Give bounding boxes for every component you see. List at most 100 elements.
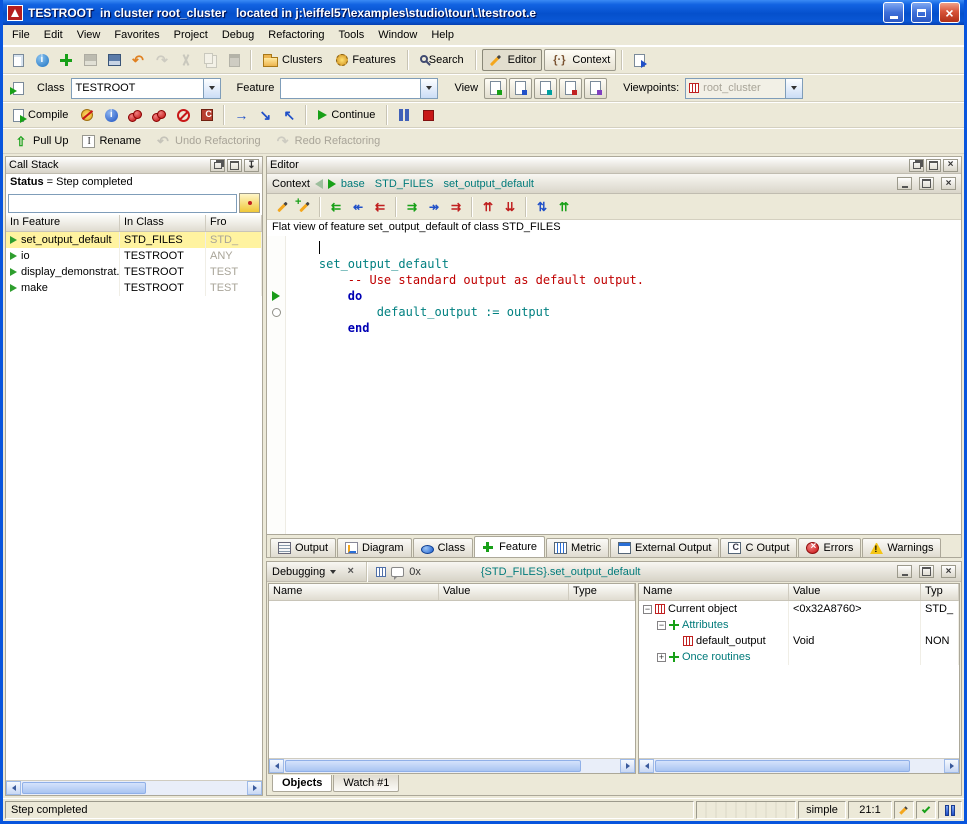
scrollbar-track[interactable] [21, 781, 247, 795]
paste-icon[interactable] [223, 49, 245, 71]
code-margin-cell[interactable] [267, 288, 285, 304]
maximize-panel-button[interactable] [919, 565, 934, 578]
callees-icon[interactable] [402, 197, 422, 217]
scroll-left-button[interactable] [639, 759, 654, 773]
ancestors-icon[interactable] [478, 197, 498, 217]
close-panel-button[interactable] [941, 177, 956, 190]
stop-icon[interactable] [417, 104, 439, 126]
implementers-icon[interactable] [554, 197, 574, 217]
step-into-icon[interactable] [254, 104, 276, 126]
assigners-icon[interactable] [348, 197, 368, 217]
tab-metric[interactable]: Metric [546, 538, 609, 557]
code-line[interactable]: set_output_default [290, 256, 961, 272]
copy-icon[interactable] [199, 49, 221, 71]
objects-column-header[interactable]: Value [789, 584, 921, 600]
code-line[interactable]: do [290, 288, 961, 304]
save-all-icon[interactable] [103, 49, 125, 71]
c-compilation-icon[interactable] [196, 104, 218, 126]
context-crumb[interactable]: STD_FILES [375, 178, 434, 190]
menu-project[interactable]: Project [167, 26, 215, 44]
rename-button[interactable]: Rename [76, 130, 147, 152]
code-margin-cell[interactable] [267, 256, 285, 272]
scroll-left-button[interactable] [269, 759, 284, 773]
menu-window[interactable]: Window [371, 26, 424, 44]
viewpoints-combo-dropdown-button[interactable] [785, 79, 802, 98]
debug-tree-row[interactable]: −Current object<0x32A8760>STD_ [639, 601, 959, 617]
menu-help[interactable]: Help [424, 26, 461, 44]
menu-edit[interactable]: Edit [37, 26, 70, 44]
pull-up-button[interactable]: Pull Up [7, 130, 74, 152]
scrollbar-track[interactable] [284, 759, 620, 773]
debug-tree-row[interactable]: −Attributes [639, 617, 959, 633]
maximize-panel-button[interactable] [227, 159, 242, 172]
debug-tree-row[interactable]: default_outputVoidNON [639, 633, 959, 649]
debug-tree-row[interactable]: +Once routines [639, 649, 959, 665]
homonyms-icon[interactable] [532, 197, 552, 217]
tab-c-output[interactable]: C Output [720, 538, 797, 557]
objects-table-hscrollbar[interactable] [639, 758, 959, 773]
undo-refactoring-button[interactable]: Undo Refactoring [149, 130, 267, 152]
tab-output[interactable]: Output [270, 538, 336, 557]
expander-plus-icon[interactable]: + [657, 653, 666, 662]
scrollbar-track[interactable] [654, 759, 944, 773]
code-line[interactable]: -- Use standard output as default output… [290, 272, 961, 288]
code-line[interactable]: default_output := output [290, 304, 961, 320]
pause-icon[interactable] [393, 104, 415, 126]
tab-errors[interactable]: Errors [798, 538, 861, 557]
clickable-view-button[interactable] [509, 78, 532, 99]
new-item-icon[interactable] [55, 49, 77, 71]
close-panel-button[interactable] [943, 159, 958, 172]
menu-debug[interactable]: Debug [215, 26, 261, 44]
cut-icon[interactable] [175, 49, 197, 71]
step-over-icon[interactable] [230, 104, 252, 126]
menu-refactoring[interactable]: Refactoring [261, 26, 331, 44]
call-stack-filter-input[interactable] [8, 194, 237, 213]
viewpoints-combo[interactable]: root_cluster [685, 78, 803, 99]
watch-column-header[interactable]: Name [269, 584, 439, 600]
code-text[interactable]: set_output_default -- Use standard outpu… [286, 236, 961, 534]
code-margin-cell[interactable] [267, 304, 285, 320]
hex-display-icon[interactable] [391, 567, 404, 577]
maximize-button[interactable] [911, 2, 932, 23]
float-panel-button[interactable] [210, 159, 225, 172]
creators-icon[interactable] [370, 197, 390, 217]
descendants-icon[interactable] [500, 197, 520, 217]
tab-external-output[interactable]: External Output [610, 538, 719, 557]
cancel-compile-icon[interactable] [172, 104, 194, 126]
scrollbar-thumb[interactable] [655, 760, 910, 772]
search-button[interactable]: Search [414, 49, 470, 71]
tab-warnings[interactable]: Warnings [862, 538, 941, 557]
edit-feature-icon[interactable] [272, 197, 292, 217]
call-stack-row[interactable]: set_output_defaultSTD_FILESSTD_ [6, 232, 262, 248]
callers-icon[interactable] [326, 197, 346, 217]
float-panel-button[interactable] [909, 159, 924, 172]
chevron-down-icon[interactable] [330, 570, 336, 574]
call-stack-row[interactable]: ioTESTROOTANY [6, 248, 262, 264]
menu-tools[interactable]: Tools [332, 26, 372, 44]
melt-icon[interactable] [124, 104, 146, 126]
redo-icon[interactable] [151, 49, 173, 71]
new-window-icon[interactable] [7, 49, 29, 71]
creation-callees-icon[interactable] [446, 197, 466, 217]
undo-icon[interactable] [127, 49, 149, 71]
continue-button[interactable]: Continue [312, 104, 381, 126]
minimize-panel-button[interactable] [897, 177, 912, 190]
new-feature-icon[interactable] [294, 197, 314, 217]
basic-text-view-button[interactable] [484, 78, 507, 99]
history-back-icon[interactable] [315, 179, 323, 189]
external-commands-icon[interactable] [628, 49, 650, 71]
call-stack-column-header[interactable]: In Feature [6, 215, 120, 231]
code-margin-cell[interactable] [267, 240, 285, 256]
menu-file[interactable]: File [5, 26, 37, 44]
close-panel-button[interactable] [941, 565, 956, 578]
features-button[interactable]: Features [330, 49, 401, 71]
feature-combo-dropdown-button[interactable] [420, 79, 437, 98]
call-stack-row[interactable]: makeTESTROOTTEST [6, 280, 262, 296]
tab-watch-1[interactable]: Watch #1 [333, 775, 399, 792]
ignore-contract-violation-icon[interactable] [76, 104, 98, 126]
code-margin-cell[interactable] [267, 320, 285, 336]
clusters-button[interactable]: Clusters [257, 49, 328, 71]
info-icon[interactable] [100, 104, 122, 126]
save-icon[interactable] [79, 49, 101, 71]
open-file-icon[interactable] [31, 49, 53, 71]
